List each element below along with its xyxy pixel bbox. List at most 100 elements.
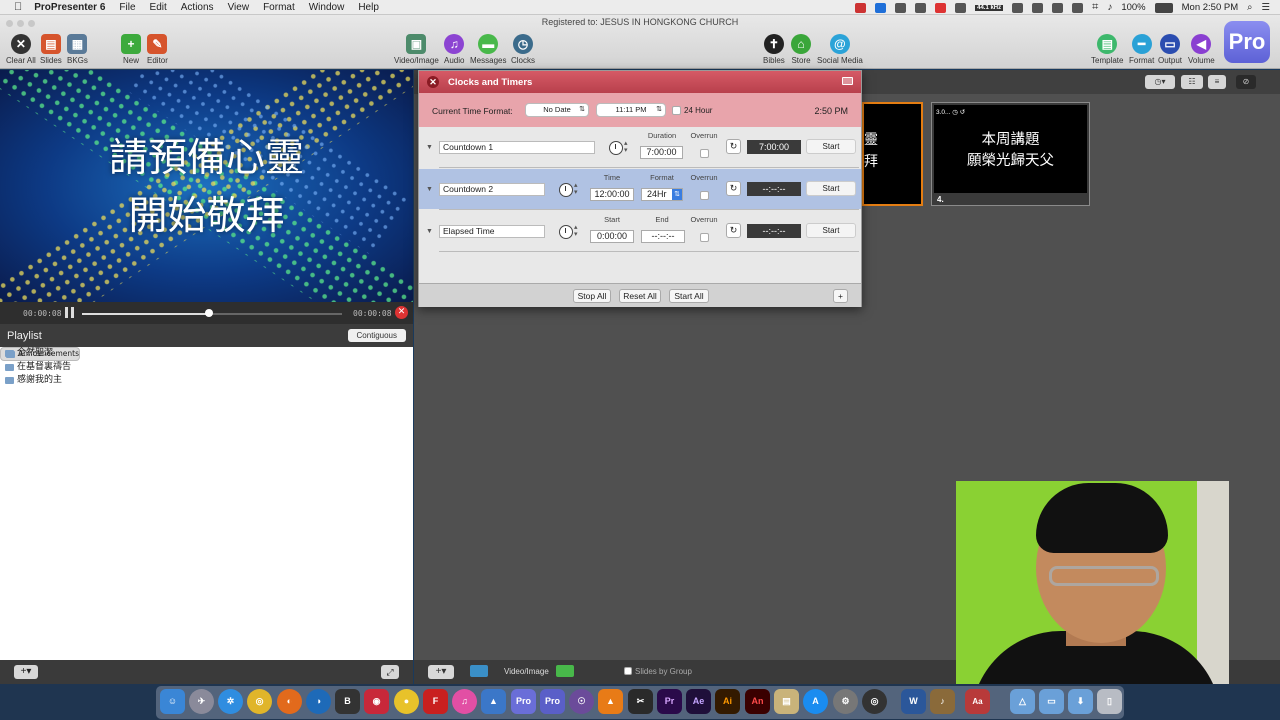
downloads-icon[interactable]: ⬇: [1068, 689, 1093, 714]
start-button[interactable]: Start: [806, 223, 856, 238]
time-format-select[interactable]: 11:11 PM ⇅: [596, 103, 666, 117]
notification-center-icon[interactable]: ☰: [1261, 2, 1270, 13]
format-button[interactable]: ━ Format: [1129, 34, 1154, 65]
sample-rate[interactable]: 44.1 kHz: [975, 4, 1004, 11]
bars-icon[interactable]: [1012, 2, 1024, 13]
menu-actions[interactable]: Actions: [181, 2, 214, 13]
dropbox-icon[interactable]: [875, 2, 887, 13]
slide-thumbnail-4[interactable]: 本周講題 願榮光歸天父 3.0... ◷ ↺ 4.: [931, 102, 1090, 206]
video-image-button[interactable]: ▣ Video/Image: [394, 34, 439, 65]
itunes-icon[interactable]: ♫: [452, 689, 477, 714]
volume-icon[interactable]: ♪: [1107, 2, 1112, 13]
notes-icon[interactable]: ▤: [774, 689, 799, 714]
timer-name-field[interactable]: Countdown 1: [439, 141, 595, 154]
menu-app-name[interactable]: ProPresenter 6: [34, 2, 105, 13]
animate-icon[interactable]: An: [745, 689, 770, 714]
timer-name-field[interactable]: Elapsed Time: [439, 225, 545, 238]
edge-icon[interactable]: ◑: [306, 689, 331, 714]
overrun-checkbox[interactable]: [700, 191, 709, 200]
illustrator-icon[interactable]: Ai: [715, 689, 740, 714]
chevron-updown-icon[interactable]: ▴ ▾: [574, 182, 578, 196]
gear-icon[interactable]: [955, 2, 967, 13]
propresenter-icon[interactable]: Pro: [511, 689, 536, 714]
start-button[interactable]: Start: [806, 139, 856, 154]
expand-icon[interactable]: ⤢: [381, 665, 399, 679]
audio-button[interactable]: ♫ Audio: [444, 34, 464, 65]
airplay-icon[interactable]: [1052, 2, 1064, 13]
blank-icon[interactable]: ⊘: [1236, 75, 1256, 89]
menu-file[interactable]: File: [119, 2, 135, 13]
disclosure-triangle-icon[interactable]: ▼: [426, 144, 433, 151]
new-button[interactable]: + New: [121, 34, 141, 65]
guitar-icon[interactable]: ♪: [930, 689, 955, 714]
vlc-icon[interactable]: ▲: [598, 689, 623, 714]
bbedit-icon[interactable]: B: [335, 689, 360, 714]
propresenter2-icon[interactable]: Pro: [540, 689, 565, 714]
menu-format[interactable]: Format: [263, 2, 295, 13]
font-book-icon[interactable]: Aa: [965, 689, 990, 714]
slides-by-group-checkbox[interactable]: [624, 667, 632, 675]
premiere-icon[interactable]: Pr: [657, 689, 682, 714]
live-preview[interactable]: 請預備心靈 開始敬拜: [0, 70, 413, 302]
obs-icon[interactable]: ◎: [862, 689, 887, 714]
add-timer-button[interactable]: +: [833, 289, 848, 303]
clear-all-button[interactable]: ✕ Clear All: [6, 34, 36, 65]
grid-view-icon[interactable]: ☷: [1181, 75, 1203, 89]
safari-icon[interactable]: ✲: [218, 689, 243, 714]
time-field[interactable]: 12:00:00: [590, 188, 634, 201]
chevron-updown-icon[interactable]: ▴ ▾: [574, 224, 578, 238]
menu-window[interactable]: Window: [309, 2, 345, 13]
alfred-icon[interactable]: ☉: [569, 689, 594, 714]
grid-icon[interactable]: [895, 2, 907, 13]
pause-icon[interactable]: [65, 307, 74, 318]
playlist-item[interactable]: 感謝我的主: [0, 374, 413, 388]
bibles-button[interactable]: ✝ Bibles: [763, 34, 785, 65]
clock-type-icon[interactable]: [559, 183, 573, 197]
keynote-icon[interactable]: ▲: [481, 689, 506, 714]
overrun-checkbox[interactable]: [700, 149, 709, 158]
start-button[interactable]: Start: [806, 181, 856, 196]
clear-bkgs-button[interactable]: ▦ BKGs: [67, 34, 88, 65]
reset-all-button[interactable]: Reset All: [619, 289, 661, 303]
photo-booth-icon[interactable]: ◉: [364, 689, 389, 714]
playlist-item[interactable]: 全然聖潔: [0, 347, 413, 361]
menu-edit[interactable]: Edit: [150, 2, 167, 13]
easy-view-icon[interactable]: ≡: [1208, 75, 1226, 89]
start-all-button[interactable]: Start All: [669, 289, 709, 303]
final-cut-icon[interactable]: ✂: [628, 689, 653, 714]
editor-button[interactable]: ✎ Editor: [147, 34, 168, 65]
contiguous-button[interactable]: Contiguous: [347, 329, 406, 342]
cyberduck-icon[interactable]: ●: [394, 689, 419, 714]
timer-name-field[interactable]: Countdown 2: [439, 183, 545, 196]
record-icon[interactable]: [855, 2, 867, 13]
system-preferences-icon[interactable]: ⚙: [833, 689, 858, 714]
start-time-field[interactable]: 0:00:00: [590, 230, 634, 243]
filezilla-icon[interactable]: F: [423, 689, 448, 714]
stop-all-button[interactable]: Stop All: [573, 289, 611, 303]
camera-icon[interactable]: [915, 2, 927, 13]
minimize-icon[interactable]: [842, 77, 853, 85]
chrome-icon[interactable]: ◎: [247, 689, 272, 714]
trash-icon[interactable]: ▯: [1097, 689, 1122, 714]
clear-video-icon[interactable]: ✕: [395, 306, 408, 319]
menu-help[interactable]: Help: [358, 2, 379, 13]
template-button[interactable]: ▤ Template: [1091, 34, 1123, 65]
creative-cloud-icon[interactable]: [935, 2, 947, 13]
documents-folder-icon[interactable]: ▭: [1039, 689, 1064, 714]
slide-thumbnail-3[interactable]: 靈 拜: [862, 102, 923, 206]
word-icon[interactable]: W: [901, 689, 926, 714]
reset-icon[interactable]: ↻: [726, 223, 741, 238]
after-effects-icon[interactable]: Ae: [686, 689, 711, 714]
reset-icon[interactable]: ↻: [726, 181, 741, 196]
24-hour-checkbox[interactable]: [672, 106, 681, 115]
volume-button[interactable]: ◀ Volume: [1188, 34, 1215, 65]
display-icon[interactable]: [1032, 2, 1044, 13]
disclosure-triangle-icon[interactable]: ▼: [426, 186, 433, 193]
bin-thumb-icon[interactable]: [556, 665, 574, 677]
firefox-icon[interactable]: ◐: [277, 689, 302, 714]
launchpad-icon[interactable]: ✈: [189, 689, 214, 714]
battery-percent[interactable]: 100%: [1121, 2, 1145, 13]
timer-view-icon[interactable]: ◷▾: [1145, 75, 1175, 89]
reset-icon[interactable]: ↻: [726, 139, 741, 154]
clocks-button[interactable]: ◷ Clocks: [511, 34, 535, 65]
